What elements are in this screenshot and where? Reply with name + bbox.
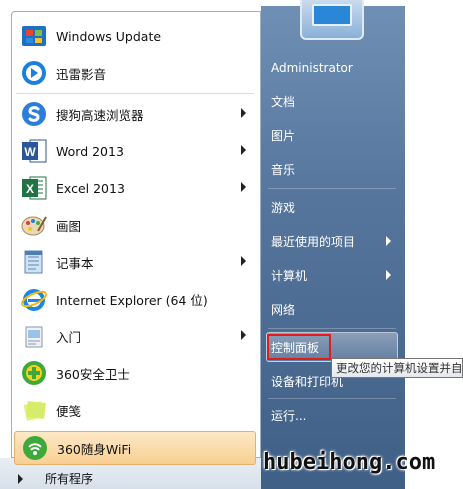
svg-text:X: X bbox=[26, 182, 34, 196]
place-label: 音乐 bbox=[271, 162, 296, 177]
sticky-notes-icon bbox=[18, 394, 50, 426]
program-getting-started[interactable]: 入门 bbox=[14, 318, 258, 354]
place-network[interactable]: 网络 bbox=[271, 298, 295, 320]
program-label: 360随身WiFi bbox=[57, 441, 132, 457]
internet-explorer-icon bbox=[18, 283, 50, 315]
place-label: 网络 bbox=[271, 302, 296, 317]
svg-text:W: W bbox=[24, 145, 36, 159]
program-label: Windows Update bbox=[56, 28, 162, 44]
program-label: 记事本 bbox=[56, 255, 94, 271]
annotation-red-box bbox=[267, 334, 331, 360]
separator bbox=[268, 398, 396, 399]
program-360-safe[interactable]: 360安全卫士 bbox=[14, 355, 258, 391]
xunlei-player-icon bbox=[18, 57, 50, 89]
place-label: 最近使用的项目 bbox=[271, 234, 356, 249]
program-sogou-browser[interactable]: 搜狗高速浏览器 bbox=[14, 96, 258, 132]
separator bbox=[16, 93, 254, 94]
program-label: 便笺 bbox=[56, 403, 82, 419]
sogou-browser-icon bbox=[18, 98, 50, 130]
notepad-icon bbox=[18, 246, 50, 278]
program-word-2013[interactable]: W Word 2013 bbox=[14, 133, 258, 169]
paint-icon bbox=[18, 209, 50, 241]
program-paint[interactable]: 画图 bbox=[14, 207, 258, 243]
program-label: 入门 bbox=[56, 329, 82, 345]
submenu-arrow-icon bbox=[386, 236, 391, 246]
start-menu: Windows Update 迅雷影音 搜狗高速浏览器 W Word 2013 … bbox=[0, 0, 463, 489]
windows-update-icon bbox=[18, 20, 50, 52]
program-internet-explorer[interactable]: Internet Explorer (64 位) bbox=[14, 281, 258, 317]
word-icon: W bbox=[18, 135, 50, 167]
place-computer[interactable]: 计算机 bbox=[271, 264, 391, 286]
user-picture[interactable] bbox=[300, 0, 364, 40]
place-label: 游戏 bbox=[271, 200, 296, 215]
program-notepad[interactable]: 记事本 bbox=[14, 244, 258, 280]
place-music[interactable]: 音乐 bbox=[271, 158, 295, 180]
place-label: 运行... bbox=[271, 408, 307, 423]
watermark-text: hubeihong.com bbox=[263, 450, 436, 475]
all-programs-label: 所有程序 bbox=[45, 472, 94, 486]
monitor-icon bbox=[312, 4, 352, 26]
program-label: 迅雷影音 bbox=[56, 66, 107, 82]
program-sticky-notes[interactable]: 便笺 bbox=[14, 392, 258, 428]
program-label: Excel 2013 bbox=[56, 180, 125, 196]
getting-started-icon bbox=[18, 320, 50, 352]
excel-icon: X bbox=[18, 172, 50, 204]
program-excel-2013[interactable]: X Excel 2013 bbox=[14, 170, 258, 206]
separator bbox=[268, 328, 396, 329]
place-recent-items[interactable]: 最近使用的项目 bbox=[271, 230, 391, 252]
submenu-arrow-icon bbox=[241, 330, 246, 340]
submenu-arrow-icon bbox=[241, 108, 246, 118]
program-label: 搜狗高速浏览器 bbox=[56, 107, 144, 123]
program-label: 画图 bbox=[56, 218, 82, 234]
program-label: Word 2013 bbox=[56, 143, 124, 159]
place-pictures[interactable]: 图片 bbox=[271, 124, 295, 146]
submenu-arrow-icon bbox=[241, 145, 246, 155]
submenu-arrow-icon bbox=[241, 182, 246, 192]
place-label: 文档 bbox=[271, 94, 296, 109]
program-label: 360安全卫士 bbox=[56, 366, 130, 382]
place-run[interactable]: 运行... bbox=[271, 404, 306, 426]
program-label: Internet Explorer (64 位) bbox=[56, 292, 208, 308]
360-wifi-icon bbox=[19, 432, 51, 464]
program-360-wifi[interactable]: 360随身WiFi bbox=[14, 431, 256, 465]
user-name-link[interactable]: Administrator bbox=[271, 57, 353, 79]
all-programs-button[interactable]: 所有程序 bbox=[18, 470, 93, 487]
control-panel-tooltip: 更改您的计算机设置并自 bbox=[331, 358, 463, 378]
program-windows-update[interactable]: Windows Update bbox=[14, 18, 258, 54]
user-name: Administrator bbox=[271, 61, 353, 75]
place-label: 计算机 bbox=[271, 268, 308, 283]
separator bbox=[268, 188, 396, 189]
submenu-arrow-icon bbox=[386, 270, 391, 280]
place-label: 图片 bbox=[271, 128, 296, 143]
place-documents[interactable]: 文档 bbox=[271, 90, 295, 112]
arrow-right-icon bbox=[18, 473, 23, 484]
place-games[interactable]: 游戏 bbox=[271, 196, 295, 218]
submenu-arrow-icon bbox=[241, 256, 246, 266]
360-safe-icon bbox=[18, 357, 50, 389]
program-xunlei-player[interactable]: 迅雷影音 bbox=[14, 55, 258, 91]
